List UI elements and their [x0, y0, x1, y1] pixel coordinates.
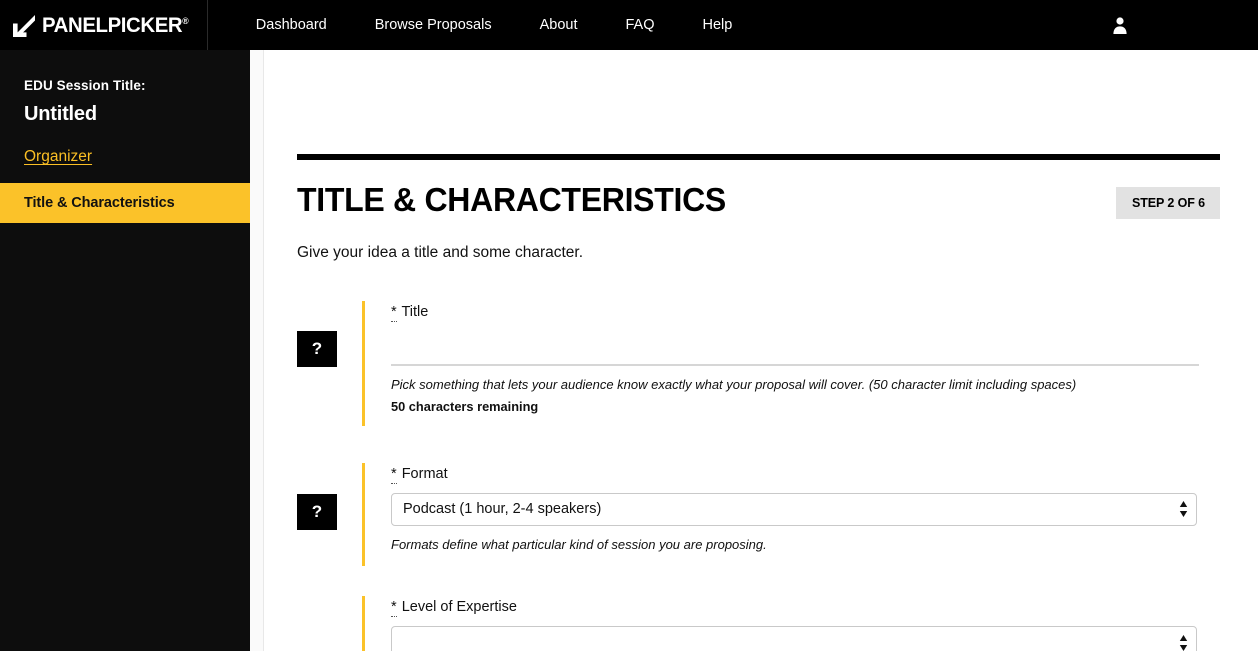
sidebar-session-title: Untitled [24, 103, 250, 125]
required-marker-level: * [391, 599, 397, 617]
field-label-text-level: Level of Expertise [402, 599, 517, 615]
field-body-level: * Level of Expertise The level you selec… [362, 596, 1220, 651]
title-char-counter: 50 characters remaining [391, 399, 1220, 414]
nav-link-faq[interactable]: FAQ [602, 0, 679, 50]
help-column-title: ? [297, 301, 362, 367]
field-label-format: * Format [391, 466, 1220, 483]
help-column-format: ? [297, 463, 362, 530]
field-title: ? * Title Pick something that lets your … [297, 301, 1220, 426]
level-select-wrapper [391, 626, 1197, 651]
arrow-down-left-icon [13, 15, 35, 37]
brand-logo[interactable]: PANELPICKER® [0, 0, 208, 50]
step-badge: STEP 2 OF 6 [1116, 187, 1220, 219]
nav-link-about[interactable]: About [516, 0, 602, 50]
nav-link-help[interactable]: Help [679, 0, 757, 50]
sidebar-item-organizer[interactable]: Organizer [24, 148, 92, 166]
nav-link-dashboard[interactable]: Dashboard [232, 0, 351, 50]
field-hint-title: Pick something that lets your audience k… [391, 377, 1220, 394]
navbar-right [1110, 15, 1258, 35]
field-hint-format: Formats define what particular kind of s… [391, 537, 1220, 554]
brand-registered-mark: ® [182, 16, 188, 26]
field-label-level: * Level of Expertise [391, 599, 1220, 616]
field-label-text-format: Format [402, 466, 448, 482]
field-body-format: * Format Podcast (1 hour, 2-4 speakers) … [362, 463, 1220, 565]
title-input[interactable] [391, 330, 1199, 366]
page-subtitle: Give your idea a title and some characte… [297, 244, 1220, 262]
sidebar-item-title-and-characteristics[interactable]: Title & Characteristics [0, 183, 250, 223]
required-marker-format: * [391, 466, 397, 484]
page-header-row: TITLE & CHARACTERISTICS STEP 2 OF 6 [297, 183, 1220, 219]
level-of-expertise-select[interactable] [391, 626, 1197, 651]
help-button-title[interactable]: ? [297, 331, 337, 367]
format-select[interactable]: Podcast (1 hour, 2-4 speakers) [391, 493, 1197, 526]
sidebar-eyebrow-label: EDU Session Title: [24, 78, 250, 94]
sidebar: EDU Session Title: Untitled Organizer Ti… [0, 50, 250, 651]
top-navbar: PANELPICKER® Dashboard Browse Proposals … [0, 0, 1258, 50]
field-label-text-title: Title [401, 304, 428, 320]
sidebar-content-gap [250, 50, 263, 651]
format-select-wrapper: Podcast (1 hour, 2-4 speakers) [391, 493, 1197, 526]
user-icon[interactable] [1110, 15, 1130, 35]
help-button-format[interactable]: ? [297, 494, 337, 530]
field-label-title: * Title [391, 304, 1220, 321]
brand-name: PANELPICKER® [42, 15, 188, 36]
header-rule [297, 154, 1220, 160]
main-content: TITLE & CHARACTERISTICS STEP 2 OF 6 Give… [263, 50, 1258, 651]
field-level-of-expertise: * Level of Expertise The level you selec… [297, 596, 1220, 651]
nav-link-browse-proposals[interactable]: Browse Proposals [351, 0, 516, 50]
page-title: TITLE & CHARACTERISTICS [297, 183, 726, 216]
nav-links: Dashboard Browse Proposals About FAQ Hel… [232, 0, 757, 50]
field-format: ? * Format Podcast (1 hour, 2-4 speakers… [297, 463, 1220, 565]
brand-wordmark: PANELPICKER [42, 14, 182, 37]
sidebar-header: EDU Session Title: Untitled [0, 50, 250, 125]
required-marker-title: * [391, 304, 397, 322]
field-body-title: * Title Pick something that lets your au… [362, 301, 1220, 426]
